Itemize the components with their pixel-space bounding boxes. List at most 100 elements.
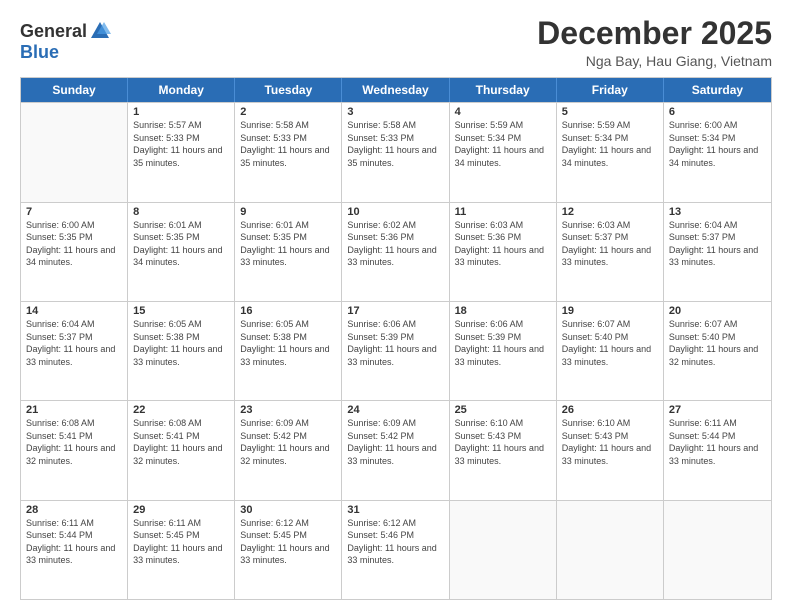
calendar-cell: 9Sunrise: 6:01 AM Sunset: 5:35 PM Daylig… [235,203,342,301]
calendar-cell: 4Sunrise: 5:59 AM Sunset: 5:34 PM Daylig… [450,103,557,201]
calendar-row-1: 1Sunrise: 5:57 AM Sunset: 5:33 PM Daylig… [21,102,771,201]
day-number: 17 [347,305,443,317]
calendar-cell: 8Sunrise: 6:01 AM Sunset: 5:35 PM Daylig… [128,203,235,301]
calendar-cell [557,501,664,599]
day-number: 22 [133,404,229,416]
day-number: 14 [26,305,122,317]
day-number: 2 [240,106,336,118]
calendar-cell: 19Sunrise: 6:07 AM Sunset: 5:40 PM Dayli… [557,302,664,400]
day-number: 7 [26,206,122,218]
day-number: 12 [562,206,658,218]
calendar-cell: 7Sunrise: 6:00 AM Sunset: 5:35 PM Daylig… [21,203,128,301]
day-number: 31 [347,504,443,516]
calendar-cell: 15Sunrise: 6:05 AM Sunset: 5:38 PM Dayli… [128,302,235,400]
logo-blue: Blue [20,42,59,63]
day-number: 29 [133,504,229,516]
cell-info: Sunrise: 6:00 AM Sunset: 5:35 PM Dayligh… [26,219,122,269]
day-number: 21 [26,404,122,416]
cell-info: Sunrise: 5:58 AM Sunset: 5:33 PM Dayligh… [347,119,443,169]
calendar-cell [664,501,771,599]
calendar-cell: 22Sunrise: 6:08 AM Sunset: 5:41 PM Dayli… [128,401,235,499]
day-number: 3 [347,106,443,118]
day-number: 1 [133,106,229,118]
cell-info: Sunrise: 6:05 AM Sunset: 5:38 PM Dayligh… [133,318,229,368]
day-number: 20 [669,305,766,317]
day-number: 23 [240,404,336,416]
day-number: 13 [669,206,766,218]
header-day-wednesday: Wednesday [342,78,449,102]
day-number: 26 [562,404,658,416]
calendar-cell: 14Sunrise: 6:04 AM Sunset: 5:37 PM Dayli… [21,302,128,400]
cell-info: Sunrise: 6:06 AM Sunset: 5:39 PM Dayligh… [347,318,443,368]
calendar-cell: 31Sunrise: 6:12 AM Sunset: 5:46 PM Dayli… [342,501,449,599]
calendar-cell: 16Sunrise: 6:05 AM Sunset: 5:38 PM Dayli… [235,302,342,400]
cell-info: Sunrise: 6:11 AM Sunset: 5:44 PM Dayligh… [669,417,766,467]
calendar-cell: 21Sunrise: 6:08 AM Sunset: 5:41 PM Dayli… [21,401,128,499]
day-number: 15 [133,305,229,317]
calendar-cell: 6Sunrise: 6:00 AM Sunset: 5:34 PM Daylig… [664,103,771,201]
cell-info: Sunrise: 6:12 AM Sunset: 5:46 PM Dayligh… [347,517,443,567]
day-number: 4 [455,106,551,118]
calendar-body: 1Sunrise: 5:57 AM Sunset: 5:33 PM Daylig… [21,102,771,599]
calendar-cell: 17Sunrise: 6:06 AM Sunset: 5:39 PM Dayli… [342,302,449,400]
cell-info: Sunrise: 6:07 AM Sunset: 5:40 PM Dayligh… [669,318,766,368]
day-number: 9 [240,206,336,218]
cell-info: Sunrise: 6:04 AM Sunset: 5:37 PM Dayligh… [669,219,766,269]
title-block: December 2025 Nga Bay, Hau Giang, Vietna… [537,16,772,69]
calendar-cell: 29Sunrise: 6:11 AM Sunset: 5:45 PM Dayli… [128,501,235,599]
day-number: 25 [455,404,551,416]
calendar-cell: 23Sunrise: 6:09 AM Sunset: 5:42 PM Dayli… [235,401,342,499]
cell-info: Sunrise: 6:09 AM Sunset: 5:42 PM Dayligh… [347,417,443,467]
calendar-cell: 5Sunrise: 5:59 AM Sunset: 5:34 PM Daylig… [557,103,664,201]
cell-info: Sunrise: 6:06 AM Sunset: 5:39 PM Dayligh… [455,318,551,368]
calendar-cell: 11Sunrise: 6:03 AM Sunset: 5:36 PM Dayli… [450,203,557,301]
header-day-friday: Friday [557,78,664,102]
logo-general: General [20,21,87,42]
day-number: 5 [562,106,658,118]
cell-info: Sunrise: 6:03 AM Sunset: 5:37 PM Dayligh… [562,219,658,269]
cell-info: Sunrise: 6:12 AM Sunset: 5:45 PM Dayligh… [240,517,336,567]
cell-info: Sunrise: 5:59 AM Sunset: 5:34 PM Dayligh… [562,119,658,169]
cell-info: Sunrise: 6:10 AM Sunset: 5:43 PM Dayligh… [562,417,658,467]
cell-info: Sunrise: 6:10 AM Sunset: 5:43 PM Dayligh… [455,417,551,467]
header-day-saturday: Saturday [664,78,771,102]
day-number: 16 [240,305,336,317]
calendar-cell: 30Sunrise: 6:12 AM Sunset: 5:45 PM Dayli… [235,501,342,599]
day-number: 24 [347,404,443,416]
cell-info: Sunrise: 6:00 AM Sunset: 5:34 PM Dayligh… [669,119,766,169]
calendar-cell: 1Sunrise: 5:57 AM Sunset: 5:33 PM Daylig… [128,103,235,201]
header-day-tuesday: Tuesday [235,78,342,102]
cell-info: Sunrise: 6:05 AM Sunset: 5:38 PM Dayligh… [240,318,336,368]
cell-info: Sunrise: 6:04 AM Sunset: 5:37 PM Dayligh… [26,318,122,368]
calendar-cell: 20Sunrise: 6:07 AM Sunset: 5:40 PM Dayli… [664,302,771,400]
day-number: 18 [455,305,551,317]
cell-info: Sunrise: 5:59 AM Sunset: 5:34 PM Dayligh… [455,119,551,169]
calendar-cell: 10Sunrise: 6:02 AM Sunset: 5:36 PM Dayli… [342,203,449,301]
calendar: SundayMondayTuesdayWednesdayThursdayFrid… [20,77,772,600]
page: General Blue December 2025 Nga Bay, Hau … [0,0,792,612]
calendar-cell: 26Sunrise: 6:10 AM Sunset: 5:43 PM Dayli… [557,401,664,499]
cell-info: Sunrise: 6:08 AM Sunset: 5:41 PM Dayligh… [133,417,229,467]
cell-info: Sunrise: 6:02 AM Sunset: 5:36 PM Dayligh… [347,219,443,269]
calendar-row-5: 28Sunrise: 6:11 AM Sunset: 5:44 PM Dayli… [21,500,771,599]
calendar-cell [450,501,557,599]
calendar-cell: 3Sunrise: 5:58 AM Sunset: 5:33 PM Daylig… [342,103,449,201]
month-title: December 2025 [537,16,772,51]
calendar-cell: 13Sunrise: 6:04 AM Sunset: 5:37 PM Dayli… [664,203,771,301]
calendar-cell: 27Sunrise: 6:11 AM Sunset: 5:44 PM Dayli… [664,401,771,499]
logo: General Blue [20,20,111,63]
calendar-cell: 25Sunrise: 6:10 AM Sunset: 5:43 PM Dayli… [450,401,557,499]
day-number: 19 [562,305,658,317]
day-number: 27 [669,404,766,416]
header-day-sunday: Sunday [21,78,128,102]
calendar-row-2: 7Sunrise: 6:00 AM Sunset: 5:35 PM Daylig… [21,202,771,301]
header: General Blue December 2025 Nga Bay, Hau … [20,16,772,69]
cell-info: Sunrise: 5:58 AM Sunset: 5:33 PM Dayligh… [240,119,336,169]
day-number: 11 [455,206,551,218]
location: Nga Bay, Hau Giang, Vietnam [537,53,772,69]
day-number: 6 [669,106,766,118]
calendar-header: SundayMondayTuesdayWednesdayThursdayFrid… [21,78,771,102]
cell-info: Sunrise: 6:03 AM Sunset: 5:36 PM Dayligh… [455,219,551,269]
cell-info: Sunrise: 6:08 AM Sunset: 5:41 PM Dayligh… [26,417,122,467]
cell-info: Sunrise: 6:11 AM Sunset: 5:45 PM Dayligh… [133,517,229,567]
